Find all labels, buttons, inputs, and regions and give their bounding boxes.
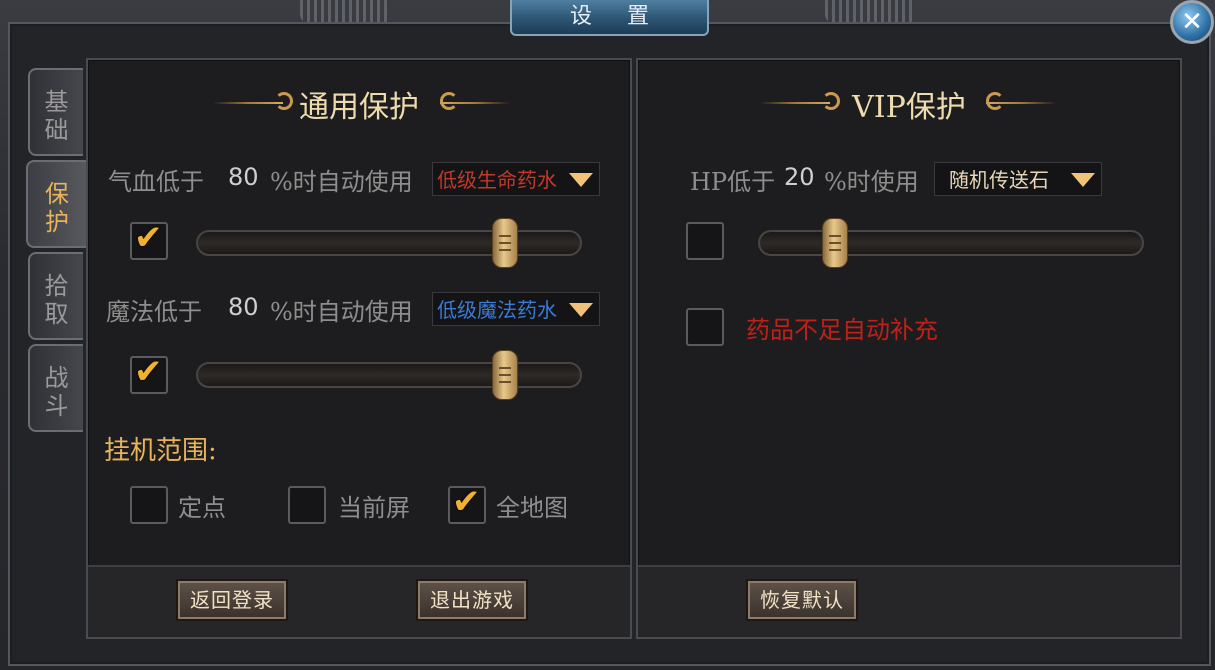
- hp-auto-use-label: %时自动使用: [270, 168, 413, 196]
- tab-basic[interactable]: 基础: [28, 68, 83, 156]
- vip-hp-protect-checkbox[interactable]: [686, 222, 724, 260]
- mp-threshold-label: 魔法低于: [106, 298, 202, 326]
- general-protection-title: 通用保护: [299, 90, 419, 125]
- vip-item-value: 随机传送石: [949, 168, 1049, 192]
- range-fixed-checkbox[interactable]: [130, 486, 168, 524]
- hp-threshold-slider[interactable]: [196, 218, 582, 268]
- mp-auto-use-label: %时自动使用: [270, 298, 413, 326]
- title-ornament-right: [440, 98, 520, 108]
- auto-refill-label: 药品不足自动补充: [746, 316, 938, 344]
- window-title: 设 置: [510, 0, 709, 36]
- panel-footer: 恢复默认: [638, 565, 1180, 637]
- hp-potion-value: 低级生命药水: [437, 168, 557, 192]
- panel-footer: 返回登录 退出游戏: [88, 565, 630, 637]
- close-button[interactable]: ✕: [1170, 0, 1214, 44]
- close-icon: ✕: [1181, 7, 1203, 37]
- dropdown-arrow-icon: [569, 173, 593, 187]
- vip-hp-threshold-slider[interactable]: [758, 218, 1144, 268]
- vip-hp-threshold-value: 20: [784, 163, 815, 191]
- range-map-label: 全地图: [496, 494, 568, 522]
- general-protection-panel: 通用保护 气血低于 80 %时自动使用 低级生命药水 ✔ 魔法低于 80 %时自…: [86, 58, 632, 639]
- checkmark-icon: ✔: [134, 218, 163, 258]
- auto-refill-checkbox[interactable]: [686, 308, 724, 346]
- slider-thumb[interactable]: [492, 350, 518, 400]
- title-ornament-right: [986, 98, 1066, 108]
- frame-ornament-right: [825, 0, 915, 24]
- tab-combat[interactable]: 战斗: [28, 344, 83, 432]
- dropdown-arrow-icon: [1071, 173, 1095, 187]
- vip-protection-panel: VIP保护 HP低于 20 %时使用 随机传送石 药品不足自动补充 恢复默认: [636, 58, 1182, 639]
- range-map-checkbox[interactable]: ✔: [448, 482, 486, 524]
- range-screen-label: 当前屏: [338, 494, 410, 522]
- checkmark-icon: ✔: [134, 352, 163, 392]
- mp-threshold-slider[interactable]: [196, 350, 582, 400]
- hp-threshold-label: 气血低于: [108, 168, 204, 196]
- checkmark-icon: ✔: [452, 482, 481, 522]
- mp-threshold-value: 80: [228, 293, 259, 321]
- frame-ornament-left: [300, 0, 390, 24]
- mp-potion-value: 低级魔法药水: [437, 298, 557, 322]
- tab-protection[interactable]: 保护: [26, 160, 86, 248]
- hp-threshold-value: 80: [228, 163, 259, 191]
- mp-protect-checkbox[interactable]: ✔: [130, 352, 168, 394]
- hp-potion-select[interactable]: 低级生命药水: [432, 162, 600, 196]
- vip-protection-title: VIP保护: [852, 90, 966, 125]
- vip-hp-use-label: %时使用: [824, 168, 919, 196]
- back-to-login-button[interactable]: 返回登录: [178, 581, 286, 619]
- tab-label: 保护: [45, 180, 69, 236]
- hp-protect-checkbox[interactable]: ✔: [130, 218, 168, 260]
- range-screen-checkbox[interactable]: [288, 486, 326, 524]
- mp-potion-select[interactable]: 低级魔法药水: [432, 292, 600, 326]
- tab-label: 拾取: [44, 272, 69, 328]
- settings-window: 设 置 ✕ 基础 保护 拾取 战斗 通用保护 气血低于 80 %时自动使用 低级…: [0, 0, 1215, 670]
- dropdown-arrow-icon: [569, 303, 593, 317]
- restore-default-button[interactable]: 恢复默认: [748, 581, 856, 619]
- tab-pickup[interactable]: 拾取: [28, 252, 83, 340]
- idle-range-title: 挂机范围:: [104, 436, 217, 466]
- slider-thumb[interactable]: [822, 218, 848, 268]
- vip-item-select[interactable]: 随机传送石: [934, 162, 1102, 196]
- tab-label: 基础: [44, 88, 69, 144]
- vip-hp-threshold-label: HP低于: [690, 168, 776, 196]
- range-fixed-label: 定点: [178, 494, 226, 522]
- slider-thumb[interactable]: [492, 218, 518, 268]
- tab-label: 战斗: [44, 364, 69, 420]
- exit-game-button[interactable]: 退出游戏: [418, 581, 526, 619]
